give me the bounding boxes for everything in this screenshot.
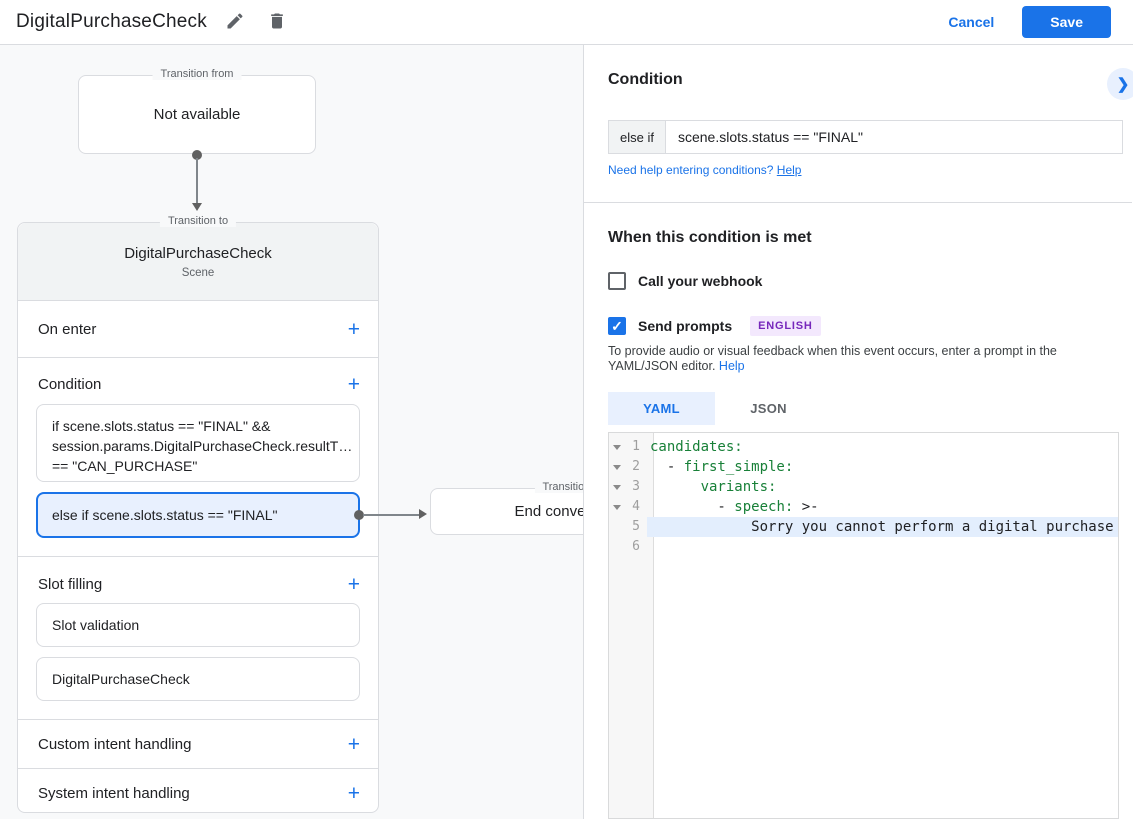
fold-arrow-icon (613, 504, 621, 510)
cancel-button[interactable]: Cancel (948, 14, 994, 30)
add-custom-intent-button[interactable]: + (348, 734, 360, 755)
scene-node-subtitle: Scene (181, 266, 215, 279)
fold-toggle[interactable] (609, 497, 625, 517)
end-node-value: End conversation (514, 503, 583, 520)
system-intent-row[interactable]: System intent handling + (18, 769, 378, 818)
prompt-hint-body: To provide audio or visual feedback when… (608, 344, 1057, 373)
panel-divider (584, 202, 1132, 203)
fold-toggle[interactable] (609, 437, 625, 457)
transition-from-node[interactable]: Transition from Not available (78, 68, 316, 154)
fold-toggle[interactable] (609, 457, 625, 477)
webhook-label: Call your webhook (638, 273, 763, 289)
code-line: 6 (609, 537, 1118, 557)
send-prompts-label: Send prompts (638, 318, 733, 334)
line-number: 5 (632, 519, 640, 534)
fold-arrow-icon (613, 444, 621, 450)
line-number: 4 (632, 499, 640, 514)
fold-arrow-icon (613, 484, 621, 490)
fold-toggle[interactable] (609, 477, 625, 497)
system-intent-label: System intent handling (38, 785, 190, 802)
add-system-intent-button[interactable]: + (348, 783, 360, 804)
transition-from-value: Not available (153, 106, 241, 123)
send-prompts-checkbox[interactable]: ✓ (608, 317, 626, 335)
tab-json[interactable]: JSON (715, 392, 822, 425)
webhook-checkbox[interactable] (608, 272, 626, 290)
add-condition-button[interactable]: + (348, 374, 360, 395)
code-line: 4 - speech: >- (609, 497, 1118, 517)
scene-node-card: Transition to DigitalPurchaseCheck Scene… (17, 215, 427, 813)
line-number: 1 (632, 439, 640, 454)
slot-name-box[interactable]: DigitalPurchaseCheck (36, 657, 360, 701)
end-node-transition-label: Transition to (534, 481, 583, 493)
send-prompts-row[interactable]: ✓ Send prompts ENGLISH (608, 316, 821, 336)
panel-heading: Condition (608, 71, 683, 88)
code-line: 1 candidates: (609, 437, 1118, 457)
editor-tabs: YAML JSON (608, 392, 822, 425)
else-if-prefix: else if (608, 120, 666, 154)
code-line: 3 variants: (609, 477, 1118, 497)
page-title: DigitalPurchaseCheck (16, 11, 207, 32)
slot-filling-label: Slot filling (38, 575, 103, 593)
condition-detail-panel: Condition ❯ else if Need help entering c… (584, 45, 1133, 819)
condition-else-if-box[interactable]: else if scene.slots.status == "FINAL" (36, 492, 427, 538)
code-line: 2 - first_simple: (609, 457, 1118, 477)
edit-title-button[interactable] (221, 8, 249, 36)
scene-node-title: DigitalPurchaseCheck (124, 244, 272, 262)
transition-from-label: Transition from (152, 68, 242, 80)
prompt-hint-text: To provide audio or visual feedback when… (608, 344, 1124, 374)
call-webhook-row[interactable]: Call your webhook (608, 272, 762, 290)
yaml-code-editor[interactable]: 1 candidates: 2 - first_simple: 3 varian… (608, 432, 1119, 819)
chevron-right-icon: ❯ (1116, 76, 1130, 93)
slot-validation-box[interactable]: Slot validation (36, 603, 360, 647)
check-icon: ✓ (611, 317, 623, 334)
pencil-icon (225, 11, 245, 34)
condition-section: Condition + if scene.slots.status == "FI… (18, 358, 427, 557)
condition-met-heading: When this condition is met (608, 229, 812, 246)
add-on-enter-button[interactable]: + (348, 319, 360, 340)
condition-expression-row: else if (608, 120, 1123, 154)
scene-node-header[interactable]: DigitalPurchaseCheck Scene (18, 223, 378, 301)
trash-icon (267, 11, 287, 34)
transition-arrow-down (191, 150, 203, 212)
collapse-panel-button[interactable]: ❯ (1107, 68, 1133, 100)
code-line-highlighted: 5 Sorry you cannot perform a digital pur… (609, 517, 1118, 537)
prompt-hint-help-link[interactable]: Help (719, 359, 745, 373)
condition-expression-input[interactable] (665, 120, 1123, 154)
condition-section-label: Condition (38, 375, 102, 393)
line-number: 3 (632, 479, 640, 494)
condition-help-link[interactable]: Help (777, 163, 802, 177)
line-number: 6 (632, 539, 640, 554)
language-badge: ENGLISH (750, 316, 821, 336)
custom-intent-label: Custom intent handling (38, 735, 192, 753)
transition-to-label: Transition to (159, 215, 237, 227)
on-enter-label: On enter (38, 320, 97, 338)
save-button[interactable]: Save (1022, 6, 1111, 38)
end-conversation-node[interactable]: Transition to End conversation (430, 481, 583, 535)
custom-intent-row[interactable]: Custom intent handling + (18, 720, 378, 769)
condition-if-box[interactable]: if scene.slots.status == "FINAL" && sess… (36, 404, 360, 482)
delete-scene-button[interactable] (263, 8, 291, 36)
fold-arrow-icon (613, 464, 621, 470)
on-enter-row[interactable]: On enter + (18, 301, 378, 358)
line-number: 2 (632, 459, 640, 474)
top-bar: DigitalPurchaseCheck Cancel Save (0, 0, 1133, 45)
condition-help-text: Need help entering conditions? (608, 163, 777, 177)
slot-filling-section: Slot filling + Slot validation DigitalPu… (18, 557, 378, 720)
add-slot-button[interactable]: + (348, 574, 360, 595)
transition-arrow-right (354, 509, 430, 521)
tab-yaml[interactable]: YAML (608, 392, 715, 425)
condition-help-line: Need help entering conditions? Help (608, 163, 801, 177)
scene-diagram-canvas: Transition from Not available Transition… (0, 45, 584, 819)
condition-else-if-text: else if scene.slots.status == "FINAL" (52, 507, 278, 523)
